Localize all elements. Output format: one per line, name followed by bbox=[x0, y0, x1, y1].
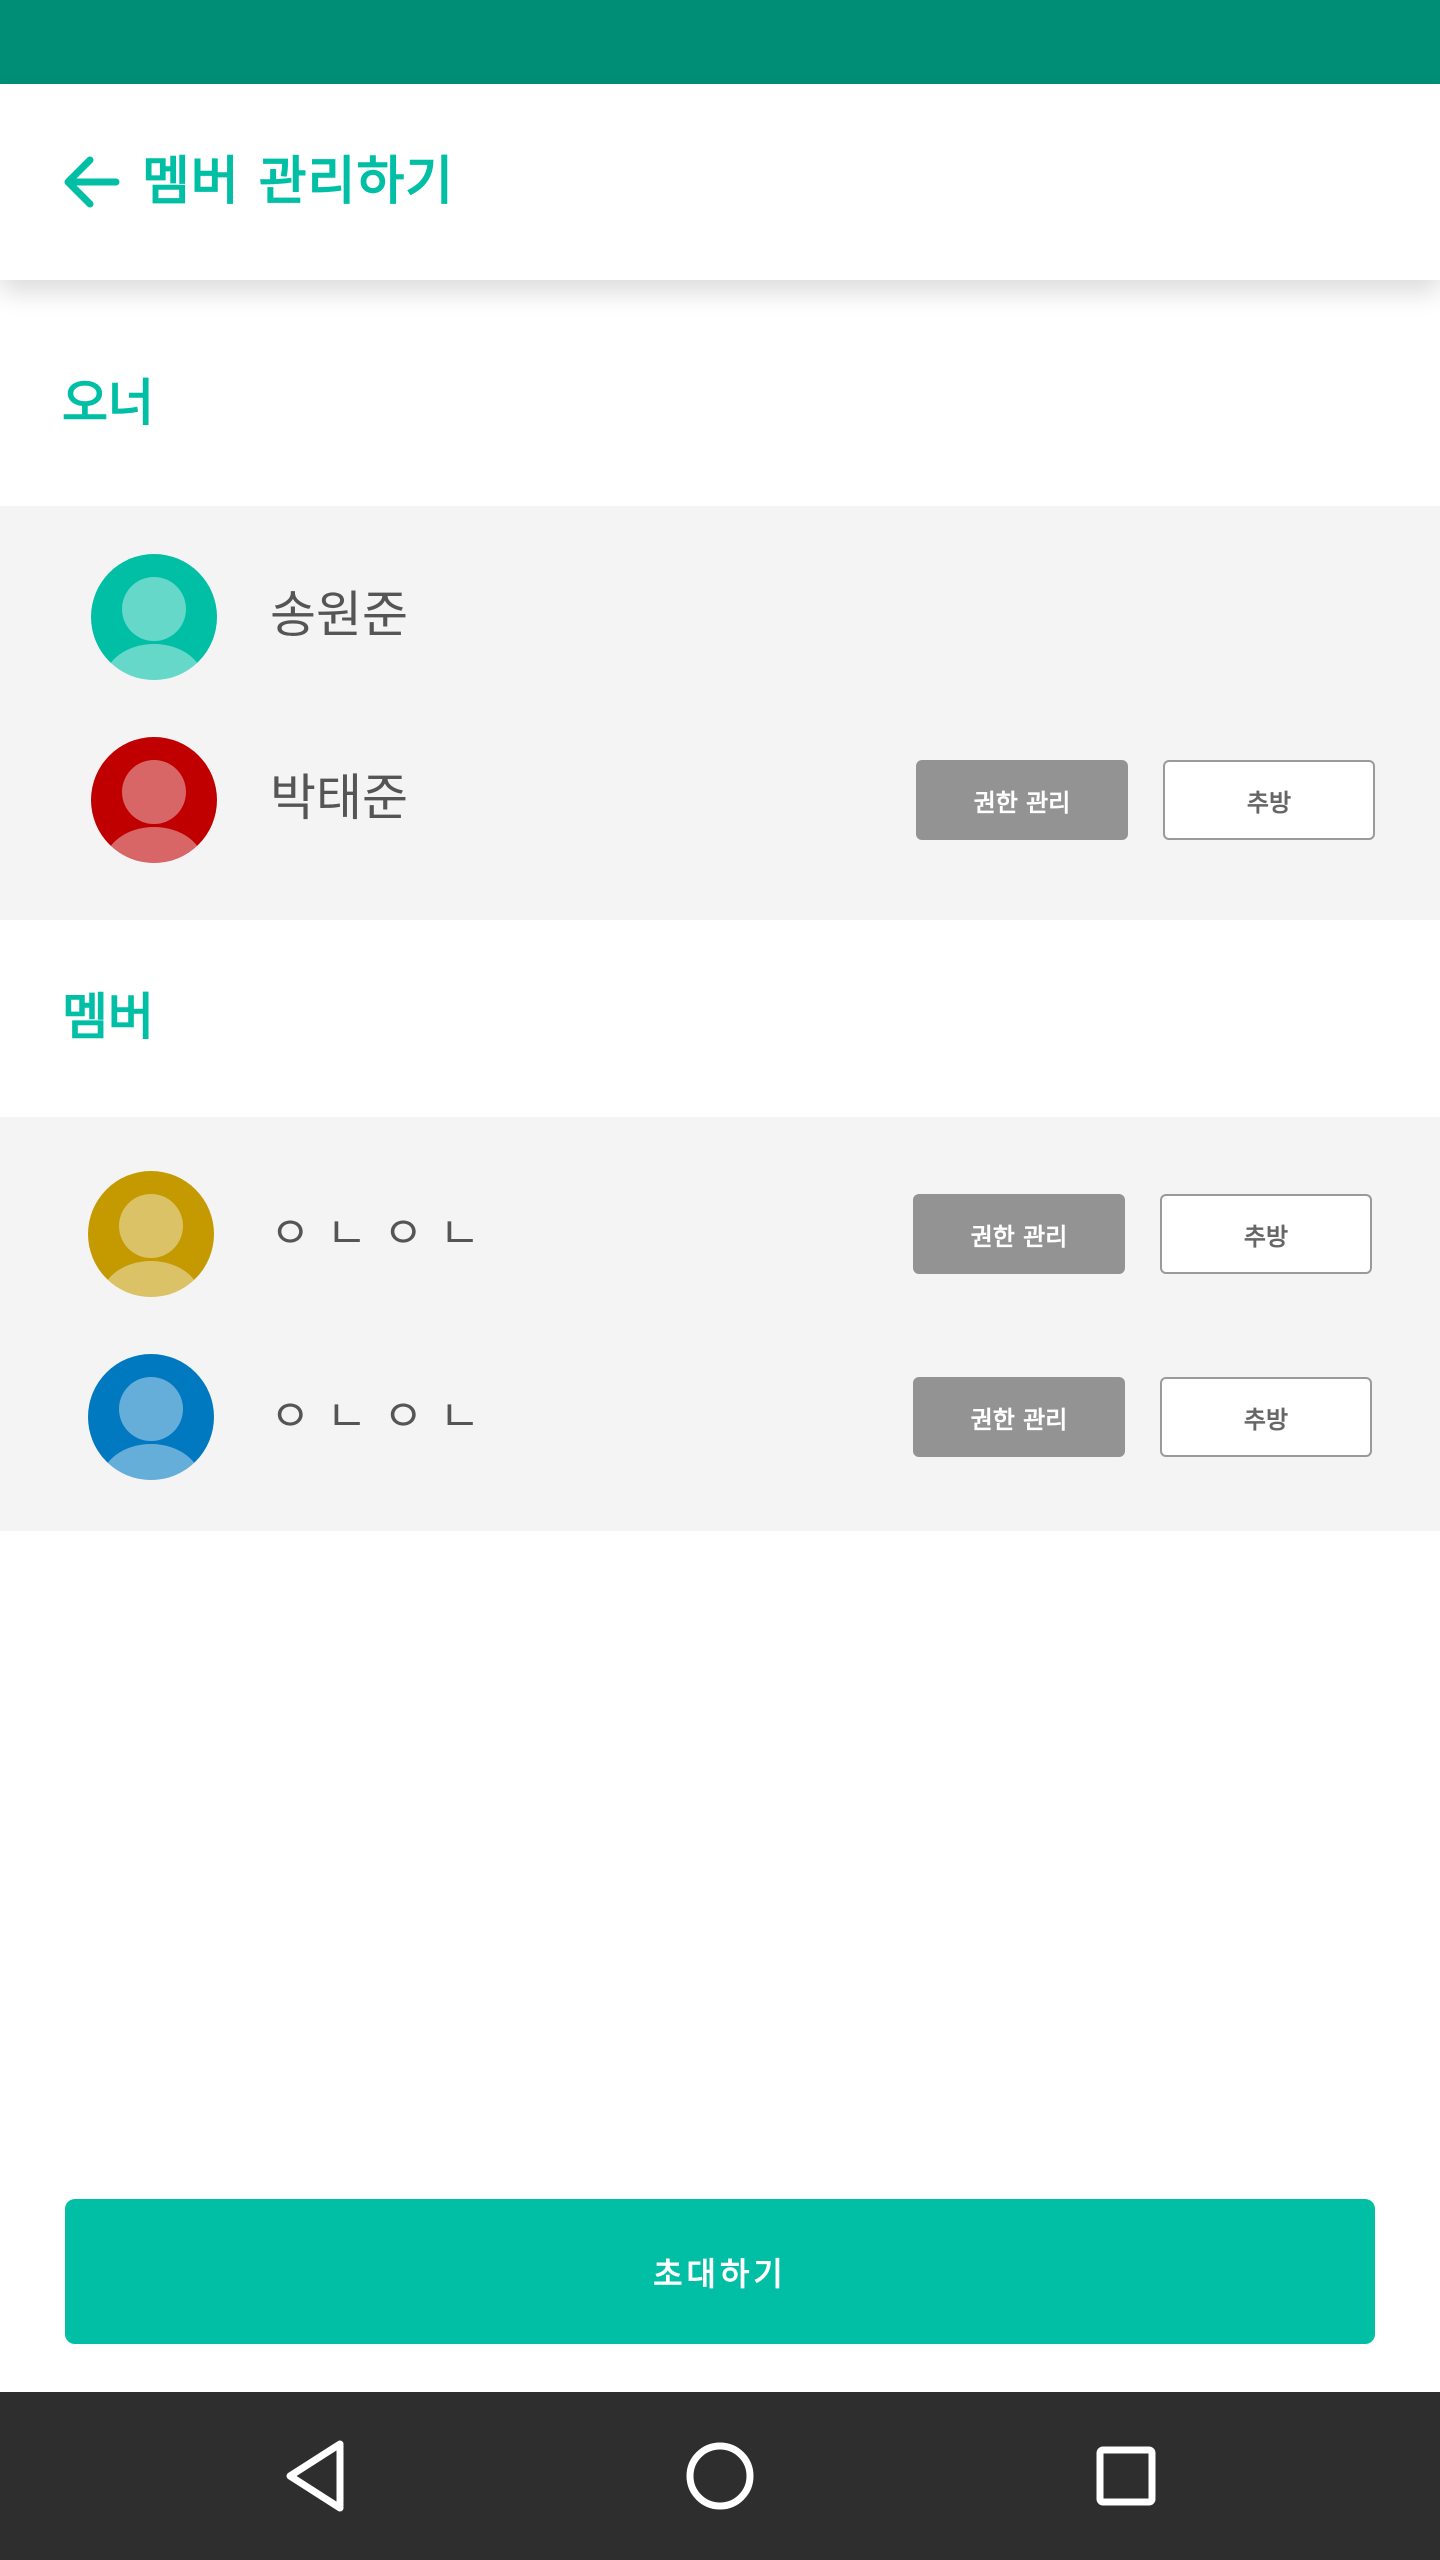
triangle-back-icon[interactable] bbox=[268, 2428, 364, 2524]
member-list: ㅇㄴㅇㄴ 권한 관리 추방 ㅇㄴㅇㄴ 권한 관리 추방 bbox=[0, 1117, 1440, 1531]
status-bar bbox=[0, 0, 1440, 84]
avatar bbox=[91, 554, 217, 680]
list-item: ㅇㄴㅇㄴ 권한 관리 추방 bbox=[0, 1354, 1440, 1480]
kick-button[interactable]: 추방 bbox=[1163, 760, 1375, 840]
section-label-owner: 오너 bbox=[62, 374, 154, 432]
member-name: ㅇㄴㅇㄴ bbox=[270, 1208, 496, 1259]
kick-button[interactable]: 추방 bbox=[1160, 1194, 1372, 1274]
list-item: 박태준 권한 관리 추방 bbox=[0, 737, 1440, 863]
manage-permission-button[interactable]: 권한 관리 bbox=[913, 1194, 1125, 1274]
avatar bbox=[91, 737, 217, 863]
list-item: 송원준 bbox=[0, 554, 1440, 680]
member-name: 박태준 bbox=[270, 769, 408, 827]
manage-permission-button[interactable]: 권한 관리 bbox=[913, 1377, 1125, 1457]
member-name: 송원준 bbox=[270, 586, 408, 644]
manage-permission-button[interactable]: 권한 관리 bbox=[916, 760, 1128, 840]
owner-list: 송원준 박태준 권한 관리 추방 bbox=[0, 506, 1440, 920]
arrow-left-icon[interactable] bbox=[60, 154, 120, 210]
circle-home-icon[interactable] bbox=[672, 2428, 768, 2524]
list-item: ㅇㄴㅇㄴ 권한 관리 추방 bbox=[0, 1171, 1440, 1297]
avatar bbox=[88, 1171, 214, 1297]
invite-button[interactable]: 초대하기 bbox=[65, 2199, 1375, 2344]
page-title: 멤버 관리하기 bbox=[142, 152, 455, 212]
navigation-bar bbox=[0, 2392, 1440, 2560]
avatar bbox=[88, 1354, 214, 1480]
kick-button[interactable]: 추방 bbox=[1160, 1377, 1372, 1457]
app-bar: 멤버 관리하기 bbox=[0, 84, 1440, 280]
square-recents-icon[interactable] bbox=[1078, 2428, 1174, 2524]
section-label-member: 멤버 bbox=[62, 988, 154, 1046]
member-name: ㅇㄴㅇㄴ bbox=[270, 1391, 496, 1442]
